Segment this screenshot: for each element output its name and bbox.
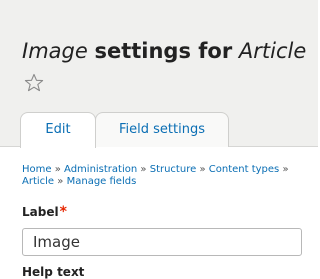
breadcrumb-home[interactable]: Home	[22, 164, 52, 175]
tab-bar: Edit Field settings	[20, 112, 229, 148]
required-marker: *	[59, 204, 67, 220]
page-title: Image settings for Article	[22, 38, 306, 64]
breadcrumb-manage-fields[interactable]: Manage fields	[67, 176, 137, 187]
breadcrumb-separator: »	[140, 164, 147, 175]
tab-field-settings[interactable]: Field settings	[95, 112, 229, 147]
page-header: Image settings for Article Edit Field se…	[0, 0, 318, 148]
tab-edit[interactable]: Edit	[20, 112, 96, 148]
title-content-type: Article	[238, 39, 307, 63]
breadcrumb-administration[interactable]: Administration	[64, 164, 137, 175]
breadcrumb-separator: »	[54, 164, 61, 175]
breadcrumb: Home » Administration » Structure » Cont…	[22, 164, 312, 188]
title-settings-for: settings for	[94, 39, 233, 63]
label-field-label: Label*	[22, 204, 67, 220]
breadcrumb-content-types[interactable]: Content types	[209, 164, 280, 175]
label-field-text: Label	[22, 205, 59, 219]
breadcrumb-structure[interactable]: Structure	[150, 164, 197, 175]
help-text-label: Help text	[22, 265, 85, 279]
breadcrumb-separator: »	[57, 176, 64, 187]
breadcrumb-article[interactable]: Article	[22, 176, 54, 187]
star-icon[interactable]	[24, 73, 44, 93]
breadcrumb-separator: »	[199, 164, 206, 175]
breadcrumb-separator: »	[282, 164, 289, 175]
label-input[interactable]	[22, 228, 302, 256]
title-field-name: Image	[22, 39, 88, 63]
